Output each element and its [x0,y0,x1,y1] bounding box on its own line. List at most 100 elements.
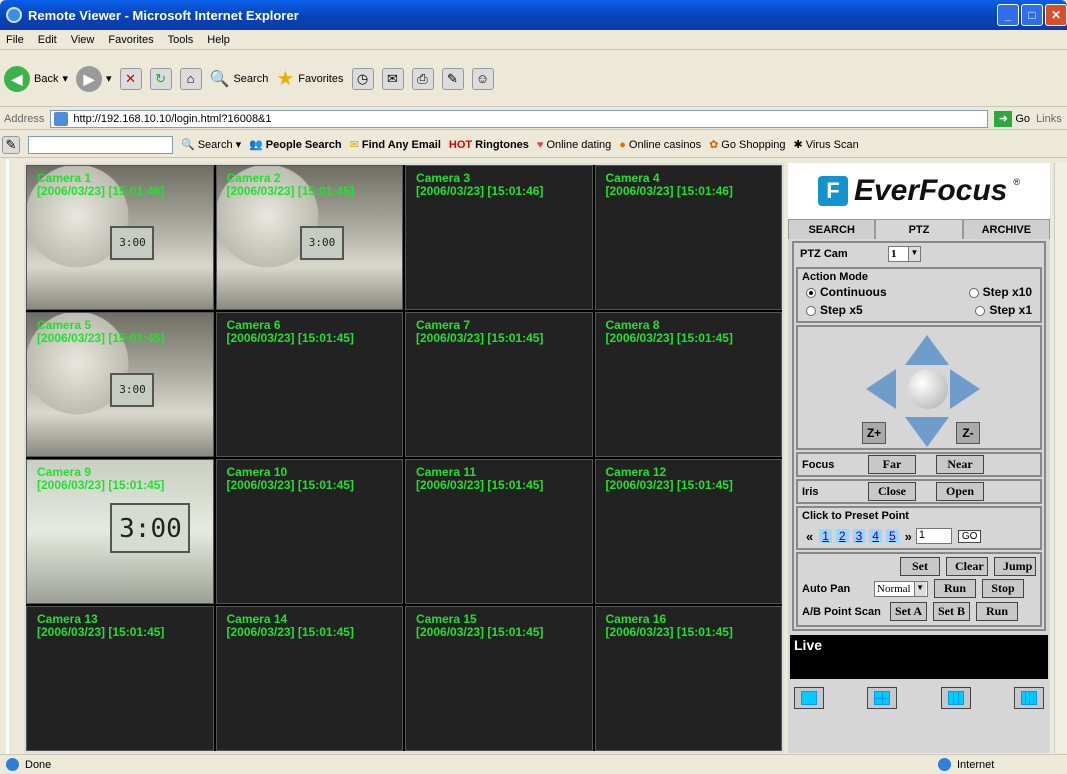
close-button[interactable]: ✕ [1045,4,1067,26]
layout-4-button[interactable] [867,687,898,709]
pan-right-arrow-icon[interactable] [950,369,980,409]
virus-scan-label: Virus Scan [805,138,859,151]
camera-tile[interactable]: Camera 3 [2006/03/23] [15:01:46] [405,165,593,310]
camera-tile[interactable]: Camera 11 [2006/03/23] [15:01:45] [405,459,593,604]
auto-pan-run-button[interactable]: Run [934,579,976,598]
people-search-link[interactable]: 👥 People Search [249,138,342,152]
camera-tile[interactable]: Camera 15 [2006/03/23] [15:01:45] [405,606,593,751]
iris-open-button[interactable]: Open [936,482,984,501]
menu-view[interactable]: View [71,34,95,46]
stop-icon[interactable]: ✕ [119,67,142,90]
mail-icon[interactable]: ✉ [381,67,404,90]
home-icon[interactable]: ⌂ [179,67,202,90]
camera-tile[interactable]: 3:00 Camera 2 [2006/03/23] [15:01:45] [215,165,403,310]
radio-icon [975,305,986,316]
camera-tile[interactable]: 3:00 Camera 9 [2006/03/23] [15:01:45] [26,459,214,604]
mode-step-x1[interactable]: Step x1 [975,303,1032,317]
links-label[interactable]: Links [1036,113,1062,125]
forward-button[interactable]: ▶ ▾ [76,65,112,92]
preset-prev-button[interactable]: « [806,529,813,544]
camera-tile[interactable]: Camera 13 [2006/03/23] [15:01:45] [26,606,214,751]
maximize-button[interactable]: □ [1021,4,1043,26]
home-ball-icon[interactable] [908,369,948,409]
tilt-up-arrow-icon[interactable] [905,335,949,365]
minimize-button[interactable]: _ [997,4,1019,26]
focus-far-button[interactable]: Far [868,455,916,474]
feed-clock: 3:00 [299,226,344,261]
camera-tile[interactable]: 3:00 Camera 1 [2006/03/23] [15:01:46] [26,165,214,310]
mode-continuous[interactable]: Continuous [806,285,887,299]
address-input[interactable]: http://192.168.10.10/login.html?16008&1 [50,109,989,128]
menu-tools[interactable]: Tools [168,34,194,46]
history-icon[interactable]: ◷ [351,67,374,90]
tilt-down-arrow-icon[interactable] [905,417,949,447]
preset-link-3[interactable]: 3 [852,529,866,543]
zoom-in-button[interactable]: Z+ [862,422,886,444]
preset-box: Click to Preset Point « 1 2 3 4 5 » 1 GO [796,506,1042,550]
ptz-cam-select[interactable]: 1 ▼ [888,246,921,262]
preset-link-2[interactable]: 2 [835,529,849,543]
preset-next-button[interactable]: » [905,529,912,544]
preset-link-5[interactable]: 5 [885,529,899,543]
brand-name: EverFocus [853,174,1008,207]
preset-input[interactable]: 1 [915,528,952,544]
print-icon[interactable]: ⎙ [411,67,434,90]
menu-file[interactable]: File [6,34,24,46]
auto-pan-select[interactable]: Normal ▼ [874,580,928,597]
find-email-link[interactable]: ✉ Find Any Email [350,138,441,152]
toolbar-search-input[interactable] [28,135,173,154]
menu-edit[interactable]: Edit [38,34,57,46]
camera-tile[interactable]: Camera 16 [2006/03/23] [15:01:45] [594,606,782,751]
go-button[interactable]: ➜ Go [994,110,1030,127]
preset-link-4[interactable]: 4 [869,529,882,543]
auto-pan-stop-button[interactable]: Stop [982,579,1024,598]
feed-clock: 3:00 [110,502,191,553]
mode-step-x5[interactable]: Step x5 [806,303,863,317]
focus-near-button[interactable]: Near [936,455,984,474]
ringtones-link[interactable]: HOT Ringtones [449,139,529,151]
toolbar-search-button[interactable]: 🔍 Search ▾ [181,138,241,152]
feed-clock: 3:00 [110,373,155,408]
virus-scan-link[interactable]: ✱ Virus Scan [794,138,859,152]
camera-label: Camera 16 [2006/03/23] [15:01:45] [606,613,733,639]
camera-tile[interactable]: Camera 4 [2006/03/23] [15:01:46] [594,165,782,310]
dating-link[interactable]: ♥ Online dating [537,139,611,151]
camera-tile[interactable]: Camera 14 [2006/03/23] [15:01:45] [215,606,403,751]
refresh-icon[interactable]: ↻ [149,67,172,90]
camera-tile[interactable]: Camera 6 [2006/03/23] [15:01:45] [215,312,403,457]
registered-mark: ® [1013,177,1021,187]
layout-9-button[interactable] [940,687,971,709]
preset-link-1[interactable]: 1 [819,529,832,543]
preset-go-button[interactable]: GO [957,529,982,543]
favorites-button[interactable]: ★ Favorites [276,66,343,91]
set-b-button[interactable]: Set B [933,602,970,621]
camera-tile[interactable]: 3:00 Camera 5 [2006/03/23] [15:01:45] [26,312,214,457]
jump-button[interactable]: Jump [994,557,1036,576]
camera-tile[interactable]: Camera 12 [2006/03/23] [15:01:45] [594,459,782,604]
set-button[interactable]: Set [900,557,940,576]
messenger-icon[interactable]: ☺ [471,67,494,90]
camera-tile[interactable]: Camera 7 [2006/03/23] [15:01:45] [405,312,593,457]
layout-1-button[interactable] [794,687,824,709]
layout-16-button[interactable] [1013,687,1044,709]
search-button[interactable]: 🔍 Search [210,69,269,89]
clear-button[interactable]: Clear [946,557,988,576]
tab-ptz[interactable]: PTZ [875,219,963,239]
mode-step-x10[interactable]: Step x10 [968,285,1032,299]
casinos-link[interactable]: ● Online casinos [619,139,701,151]
iris-close-button[interactable]: Close [868,482,916,501]
edit-icon[interactable]: ✎ [441,67,464,90]
set-a-button[interactable]: Set A [890,602,927,621]
shopping-link[interactable]: ✿ Go Shopping [709,138,785,152]
menu-help[interactable]: Help [207,34,230,46]
pan-left-arrow-icon[interactable] [866,369,896,409]
tab-archive[interactable]: ARCHIVE [962,219,1050,239]
tab-search[interactable]: SEARCH [788,219,876,239]
ab-run-button[interactable]: Run [976,602,1018,621]
camera-tile[interactable]: Camera 10 [2006/03/23] [15:01:45] [215,459,403,604]
menu-favorites[interactable]: Favorites [108,34,153,46]
zoom-out-button[interactable]: Z- [956,422,980,444]
camera-tile[interactable]: Camera 8 [2006/03/23] [15:01:45] [594,312,782,457]
vertical-scrollbar[interactable] [1054,163,1067,753]
back-button[interactable]: ◀ Back ▾ [4,65,68,92]
